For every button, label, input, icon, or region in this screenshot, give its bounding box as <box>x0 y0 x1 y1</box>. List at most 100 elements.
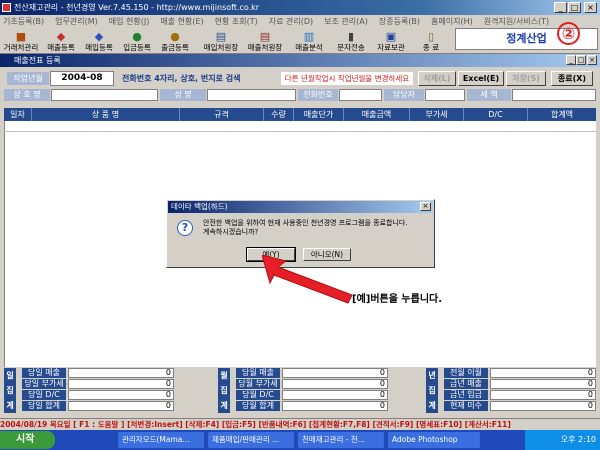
toolbar-deposit-button[interactable]: ● 입금등록 <box>120 29 154 53</box>
money-out-icon: ● <box>170 30 180 43</box>
toolbar-withdraw-button[interactable]: ● 출금등록 <box>158 29 192 53</box>
maximize-button[interactable]: □ <box>568 2 581 13</box>
chart-icon: ▥ <box>303 30 315 43</box>
save-button[interactable]: 저장(S) <box>506 71 546 86</box>
search-hint: 전화번호 4자리, 상호, 번지로 검색 <box>122 74 241 83</box>
start-button[interactable]: 시작 <box>0 431 55 449</box>
carryover-value: 0 <box>490 368 596 378</box>
yearly-summary: 년집계 전월 이월 0 금년 매출 0 금년 입금 0 현재 미수 0 <box>426 368 596 413</box>
window-title: 전산재고관리 - 천년경영 Ver.7.45.150 - http://www.… <box>0 0 600 15</box>
toolbar-sms-button[interactable]: ▮ 문자전송 <box>334 29 368 53</box>
col-spec: 규격 <box>180 108 264 121</box>
work-month-label: 작업년월 <box>7 72 49 85</box>
daily-summary: 일집계 당일 매출 0 당일 부가세 0 당일 D/C 0 당일 합계 0 <box>4 368 174 413</box>
monthly-side-label: 월집계 <box>218 368 230 413</box>
close-form-button[interactable]: 종료(X) <box>551 71 593 86</box>
dialog-close-button[interactable]: × <box>420 202 431 211</box>
question-icon: ? <box>177 220 193 236</box>
close-button[interactable]: × <box>584 2 597 13</box>
status-bar: 2004/08/19 목요일 [ F1 : 도움말 ] [처변경:Insert]… <box>0 418 600 430</box>
bag-icon: ◆ <box>56 30 66 43</box>
money-icon: ● <box>132 30 142 43</box>
app-icon <box>2 3 11 12</box>
people-icon: ■ <box>15 30 27 43</box>
col-total: 합계액 <box>550 110 574 119</box>
menu-item[interactable]: 매출 현황(E) <box>160 15 203 28</box>
phone-input[interactable] <box>339 89 382 101</box>
monthly-total-value: 0 <box>282 401 388 411</box>
menu-item[interactable]: 홈페이지(H) <box>431 15 473 28</box>
menu-item[interactable]: 매입 현황(J) <box>109 15 150 28</box>
taskbar: 시작 관리자모드(Mama... 제품매입/판매관리 ... 천매재고관리 - … <box>0 430 600 450</box>
company-label: 상 호 명 <box>4 89 50 101</box>
taskbar-item[interactable]: Adobe Photoshop <box>388 432 480 448</box>
monthly-dc-value: 0 <box>282 390 388 400</box>
toolbar-sales-button[interactable]: ◆ 매출등록 <box>44 29 78 53</box>
disk-icon: ▣ <box>385 30 397 43</box>
owner-input[interactable] <box>207 89 296 101</box>
owner-label: 성 명 <box>160 89 206 101</box>
cart-icon: ◆ <box>94 30 104 43</box>
daily-vat-value: 0 <box>68 379 174 389</box>
step-badge: ② <box>557 22 580 45</box>
menu-item[interactable]: 보조 관리(A) <box>324 15 368 28</box>
col-price: 매출단가 <box>294 108 344 121</box>
minimize-button[interactable]: _ <box>554 2 567 13</box>
daily-side-label: 일집계 <box>4 368 16 413</box>
monthly-summary: 월집계 당월 매출 0 당월 부가세 0 당월 D/C 0 당월 합계 0 <box>218 368 388 413</box>
delete-button[interactable]: 삭제(L) <box>418 71 456 86</box>
outstanding-value: 0 <box>490 401 596 411</box>
menu-item[interactable]: 장종등록(B) <box>379 15 420 28</box>
grid-header: 일자 상 품 명 규격 수량 매출단가 매출금액 부가세 D/C 합계액 <box>4 108 596 121</box>
daily-sales-value: 0 <box>68 368 174 378</box>
menu-item[interactable]: 업무관리(M) <box>55 15 98 28</box>
subwindow-title: 매출전표 등록 <box>0 54 600 67</box>
company-input[interactable] <box>51 89 158 101</box>
monthly-sales-value: 0 <box>282 368 388 378</box>
sub-close-button[interactable]: × <box>587 55 597 65</box>
pointer-arrow-icon <box>262 255 353 304</box>
manager-input[interactable] <box>425 89 465 101</box>
col-date: 일자 <box>4 108 32 121</box>
status-text: 2004/08/19 목요일 [ F1 : 도움말 ] [처변경:Insert]… <box>0 420 511 429</box>
sub-restore-button[interactable]: □ <box>576 55 586 65</box>
tax-label: 세 액 <box>467 89 511 101</box>
col-qty: 수량 <box>264 108 294 121</box>
yearly-side-label: 년집계 <box>426 368 438 413</box>
excel-button[interactable]: Excel(E) <box>458 71 504 86</box>
phone-icon: ▮ <box>347 30 355 43</box>
toolbar-backup-button[interactable]: ▣ 자료보관 <box>374 29 408 53</box>
dialog-title: 데이타 백업(하드) <box>168 201 433 213</box>
col-dc: D/C <box>464 108 528 121</box>
menu-item[interactable]: 원격지원/서비스(T) <box>484 15 549 28</box>
instruction-callout: [예]버튼을 누릅니다. <box>352 294 443 305</box>
work-month-input[interactable]: 2004-08 <box>50 71 114 86</box>
menu-item[interactable]: 자료 관리(D) <box>269 15 313 28</box>
toolbar-analysis-button[interactable]: ▥ 매출분석 <box>292 29 326 53</box>
daily-total-value: 0 <box>68 401 174 411</box>
yearly-sales-value: 0 <box>490 379 596 389</box>
col-vat: 부가세 <box>410 108 464 121</box>
yearly-deposit-value: 0 <box>490 390 596 400</box>
col-product: 상 품 명 <box>32 108 180 121</box>
menu-item[interactable]: 기초등록(B) <box>3 15 44 28</box>
phone-label: 전화번호 <box>298 89 338 101</box>
col-amount: 매출금액 <box>344 108 410 121</box>
taskbar-item[interactable]: 제품매입/판매관리 ... <box>208 432 294 448</box>
menu-item[interactable]: 현황 조회(T) <box>215 15 258 28</box>
toolbar-purchase-button[interactable]: ◆ 매입등록 <box>82 29 116 53</box>
toolbar-exit-button[interactable]: ▯ 종 료 <box>414 29 448 53</box>
taskbar-item[interactable]: 천매재고관리 - 천... <box>298 432 384 448</box>
tax-input[interactable] <box>512 89 596 101</box>
toolbar-sales-ledger-button[interactable]: ▤ 매출처원장 <box>244 29 286 53</box>
ledger-icon: ▤ <box>259 30 271 43</box>
taskbar-item[interactable]: 관리자모드(Mama... <box>118 432 204 448</box>
sub-minimize-button[interactable]: _ <box>566 55 576 65</box>
toolbar-purchase-ledger-button[interactable]: ▤ 매입처원장 <box>200 29 242 53</box>
manager-label: 담당자 <box>384 89 424 101</box>
ledger-icon: ▤ <box>215 30 227 43</box>
toolbar-customers-button[interactable]: ■ 거래처관리 <box>2 29 40 53</box>
monthly-vat-value: 0 <box>282 379 388 389</box>
menu-bar: 기초등록(B) 업무관리(M) 매입 현황(J) 매출 현황(E) 현황 조회(… <box>0 15 600 28</box>
month-warning: 다른 년월작업시 작업년월을 변경하세요 <box>281 72 413 85</box>
